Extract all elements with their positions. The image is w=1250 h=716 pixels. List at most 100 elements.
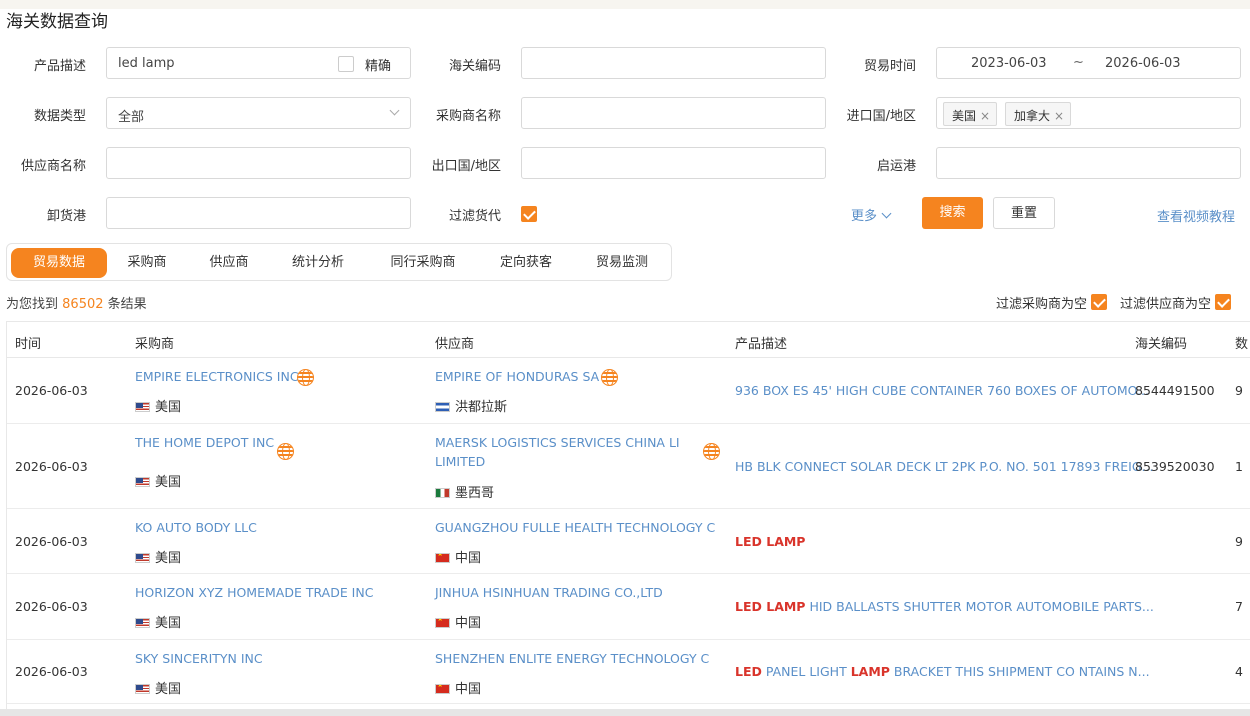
more-toggle[interactable]: 更多 — [851, 205, 892, 224]
chevron-down-icon — [881, 208, 892, 219]
row-quantity: 9 — [1235, 534, 1243, 549]
desc-text: HID BALLASTS SHUTTER MOTOR AUTOMOBILE PA… — [805, 599, 1154, 614]
exact-match-checkbox[interactable] — [338, 56, 354, 72]
column-header-product-desc: 产品描述 — [735, 337, 788, 352]
video-tutorial-link[interactable]: 查看视频教程 — [1157, 206, 1235, 225]
data-type-select[interactable]: 全部 — [106, 97, 411, 129]
tab-trade-monitor[interactable]: 贸易监测 — [581, 248, 663, 278]
keyword-highlight: LED — [735, 664, 762, 679]
trade-time-separator: ~ — [1073, 55, 1084, 70]
tab-trade-data[interactable]: 贸易数据 — [11, 248, 107, 278]
data-type-label: 数据类型 — [33, 109, 86, 124]
product-desc-input[interactable]: led lamp 精确 — [106, 47, 411, 79]
supplier-link[interactable]: GUANGZHOU FULLE HEALTH TECHNOLOGY C — [435, 520, 715, 535]
trade-time-start[interactable]: 2023-06-03 — [971, 56, 1047, 71]
supplier-link[interactable]: JINHUA HSINHUAN TRADING CO.,LTD — [435, 585, 663, 600]
supplier-name-label: 供应商名称 — [20, 159, 86, 174]
departure-port-label: 启运港 — [876, 159, 916, 174]
unloading-port-input[interactable] — [106, 197, 411, 229]
export-country-input[interactable] — [521, 147, 826, 179]
buyer-country: 美国 — [135, 471, 181, 490]
buyer-country-label: 美国 — [155, 551, 182, 566]
buyer-country-label: 美国 — [155, 616, 182, 631]
filter-forwarder-checkbox[interactable] — [521, 206, 537, 222]
globe-icon[interactable] — [297, 369, 314, 386]
flag-cn-icon — [435, 684, 450, 694]
trade-time-label: 贸易时间 — [863, 59, 916, 74]
row-date: 2026-06-03 — [15, 459, 88, 474]
column-header-time: 时间 — [15, 337, 42, 352]
row-date: 2026-06-03 — [15, 534, 88, 549]
supplier-link-line2[interactable]: LIMITED — [435, 454, 485, 469]
flag-us-icon — [135, 618, 150, 628]
flag-us-icon — [135, 553, 150, 563]
result-prefix: 为您找到 — [6, 297, 59, 312]
unloading-port-label: 卸货港 — [46, 209, 86, 224]
reset-button[interactable]: 重置 — [993, 197, 1055, 229]
flag-us-icon — [135, 684, 150, 694]
flag-mx-icon — [435, 488, 450, 498]
export-country-label: 出口国/地区 — [431, 159, 501, 174]
keyword-highlight: LAMP — [850, 664, 890, 679]
supplier-name-input[interactable] — [106, 147, 411, 179]
globe-icon[interactable] — [601, 369, 618, 386]
globe-icon[interactable] — [703, 443, 720, 460]
supplier-link[interactable]: MAERSK LOGISTICS SERVICES CHINA LI — [435, 435, 680, 450]
import-country-tag[interactable]: 加拿大 × — [1005, 102, 1072, 126]
trade-time-end[interactable]: 2026-06-03 — [1105, 56, 1181, 71]
filter-forwarder-label: 过滤货代 — [448, 209, 501, 224]
table-row: 2026-06-03 SKY SINCERITYN INC 美国 SHENZHEN E… — [7, 640, 1250, 704]
product-desc-link[interactable]: LED PANEL LIGHT LAMP BRACKET THIS SHIPME… — [735, 664, 1150, 679]
trade-time-range[interactable]: 2023-06-03 ~ 2026-06-03 — [936, 47, 1241, 79]
row-quantity: 9 — [1235, 383, 1243, 398]
product-desc-link[interactable]: LED LAMP — [735, 534, 805, 549]
hs-code-input[interactable] — [521, 47, 826, 79]
data-type-value: 全部 — [118, 110, 145, 125]
product-desc-link[interactable]: HB BLK CONNECT SOLAR DECK LT 2PK P.O. NO… — [735, 459, 1153, 474]
buyer-country: 美国 — [135, 396, 181, 415]
tab-statistics[interactable]: 统计分析 — [277, 248, 359, 278]
tab-peer-buyers[interactable]: 同行采购商 — [375, 248, 471, 278]
tab-suppliers[interactable]: 供应商 — [193, 248, 265, 278]
buyer-link[interactable]: SKY SINCERITYN INC — [135, 651, 263, 666]
supplier-link[interactable]: SHENZHEN ENLITE ENERGY TECHNOLOGY C — [435, 651, 709, 666]
tab-buyers[interactable]: 采购商 — [111, 248, 183, 278]
buyer-name-input[interactable] — [521, 97, 826, 129]
close-icon[interactable]: × — [980, 109, 990, 123]
buyer-link[interactable]: THE HOME DEPOT INC — [135, 435, 274, 450]
supplier-link[interactable]: EMPIRE OF HONDURAS SA — [435, 369, 599, 384]
close-icon[interactable]: × — [1054, 109, 1064, 123]
buyer-country: 美国 — [135, 547, 181, 566]
product-desc-label: 产品描述 — [33, 59, 86, 74]
row-date: 2026-06-03 — [15, 383, 88, 398]
filter-empty-buyer-checkbox[interactable] — [1091, 294, 1107, 310]
product-desc-link[interactable]: 936 BOX ES 45' HIGH CUBE CONTAINER 760 B… — [735, 383, 1149, 398]
tab-targeted-leads[interactable]: 定向获客 — [485, 248, 567, 278]
supplier-country-label: 中国 — [455, 551, 482, 566]
flag-cn-icon — [435, 618, 450, 628]
import-country-select[interactable]: 美国 × 加拿大 × — [936, 97, 1241, 129]
search-button[interactable]: 搜索 — [922, 197, 983, 229]
exact-match-label: 精确 — [365, 59, 392, 74]
flag-hn-icon — [435, 402, 450, 412]
table-row: 2026-06-03 EMPIRE ELECTRONICS INC 美国 EMPIRE… — [7, 358, 1250, 424]
result-number: 86502 — [62, 297, 104, 312]
product-desc-link[interactable]: LED LAMP HID BALLASTS SHUTTER MOTOR AUTO… — [735, 599, 1154, 614]
import-country-tag[interactable]: 美国 × — [943, 102, 998, 126]
hs-code-label: 海关编码 — [448, 59, 501, 74]
buyer-country-label: 美国 — [155, 682, 182, 697]
product-desc-value: led lamp — [118, 56, 175, 71]
desc-text: PANEL LIGHT — [761, 664, 851, 679]
filter-empty-supplier-checkbox[interactable] — [1215, 294, 1231, 310]
globe-icon[interactable] — [277, 443, 294, 460]
row-hs-code: 8539520030 — [1135, 459, 1215, 474]
horizontal-scrollbar[interactable] — [0, 709, 1250, 716]
buyer-link[interactable]: EMPIRE ELECTRONICS INC — [135, 369, 299, 384]
table-row: 2026-06-03 THE HOME DEPOT INC 美国 MAERSK LOG… — [7, 424, 1250, 509]
table-header: 时间 采购商 供应商 产品描述 海关编码 数 — [7, 322, 1250, 358]
buyer-link[interactable]: KO AUTO BODY LLC — [135, 520, 257, 535]
supplier-country-label: 中国 — [455, 682, 482, 697]
buyer-link[interactable]: HORIZON XYZ HOMEMADE TRADE INC — [135, 585, 373, 600]
departure-port-input[interactable] — [936, 147, 1241, 179]
row-quantity: 7 — [1235, 599, 1243, 614]
